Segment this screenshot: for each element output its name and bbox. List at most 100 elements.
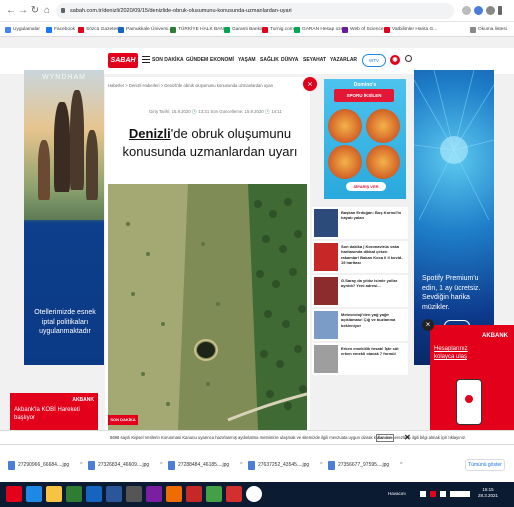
bookmark-pau[interactable]: Pamukkale Üniversi...: [118, 25, 172, 34]
puzzle-icon[interactable]: [486, 6, 495, 15]
extension-icon[interactable]: [462, 6, 471, 15]
reading-list[interactable]: Okuma listesi: [470, 25, 507, 34]
download-item[interactable]: 27326834_46609....jpg ^: [88, 459, 163, 471]
firefox-icon[interactable]: [166, 486, 182, 502]
bookmark-harita[interactable]: Vatbilimler Harita G...: [384, 25, 437, 34]
order-button[interactable]: SİPARİŞ VER: [346, 182, 386, 191]
bookmark-apps[interactable]: Uygulamalar: [5, 25, 40, 34]
download-item[interactable]: 27290966_66684....jpg ^: [8, 459, 83, 471]
edge-icon[interactable]: [26, 486, 42, 502]
cookie-accept-button[interactable]: Kabul et: [376, 434, 394, 442]
cookie-close-icon[interactable]: ✕: [404, 433, 411, 442]
app-icon[interactable]: [226, 486, 242, 502]
akbank-kobi-text: Akbank'la KOBİ Hareketi başlıyor: [14, 407, 80, 421]
bookmark-wos[interactable]: Web of Science: [342, 25, 384, 34]
system-tray-icons[interactable]: [420, 491, 470, 497]
hamburger-icon[interactable]: [142, 56, 150, 64]
akbank-kobi-ad[interactable]: AKBANK Akbank'la KOBİ Hareketi başlıyor: [10, 393, 98, 430]
app-icon[interactable]: [66, 486, 82, 502]
chrome-icon[interactable]: [246, 486, 262, 502]
web-page: SABAH SON DAKİKA GÜNDEM EKONOMİ YAŞAM SA…: [0, 37, 514, 430]
download-item[interactable]: 27637252_43545....jpg ^: [248, 459, 323, 471]
news-thumbnail: [314, 311, 338, 339]
nav-saglik[interactable]: SAĞLIK: [260, 57, 279, 63]
home-icon[interactable]: ⌂: [42, 5, 52, 17]
news-item[interactable]: Meteoroloji'den yağ yağır açıklaması! Çı…: [312, 309, 408, 341]
sabah-logo[interactable]: SABAH: [108, 53, 138, 68]
start-icon[interactable]: [6, 486, 22, 502]
chevron-up-icon[interactable]: ^: [80, 462, 82, 468]
menu-icon[interactable]: [498, 6, 502, 15]
back-icon[interactable]: ←: [6, 5, 16, 17]
lock-icon: [61, 8, 65, 13]
app-icon[interactable]: [146, 486, 162, 502]
bookmark-facebook[interactable]: Facebook: [46, 25, 75, 34]
harita-icon: [384, 26, 390, 33]
download-item[interactable]: 27288484_46185....jpg ^: [168, 459, 243, 471]
status-badge: SON DAKİKA: [108, 415, 138, 425]
chevron-up-icon[interactable]: ^: [320, 462, 322, 468]
person-figure: [70, 90, 84, 190]
right-column: Domino's SPORU İKSİLEN SİPARİŞ VER Başka…: [312, 77, 410, 427]
nav-yasam[interactable]: YAŞAM: [238, 57, 256, 63]
halkbank-icon: [170, 26, 176, 33]
news-title: G.Saray da yıldız isimle yollar ayrıldı?…: [341, 278, 398, 289]
bookmark-halkbank[interactable]: TÜRKİYE HALK BAN...: [170, 25, 228, 34]
url-bar[interactable]: sabah.com.tr/denizli/2020/09/15/denizlid…: [56, 3, 454, 19]
bookmark-garanti[interactable]: Garanti Bankası: [224, 25, 266, 34]
chevron-up-icon[interactable]: ^: [160, 462, 162, 468]
facebook-icon[interactable]: [86, 486, 102, 502]
akbank-logo: AKBANK: [482, 333, 508, 339]
wos-icon: [342, 26, 348, 33]
news-thumbnail: [314, 209, 338, 237]
clock[interactable]: 15:15 28.3.2021: [478, 487, 498, 499]
show-all-downloads-button[interactable]: Tümünü göster: [465, 459, 505, 471]
nav-dunya[interactable]: DÜNYA: [281, 57, 298, 63]
folder-icon[interactable]: [46, 486, 62, 502]
nav-gundem[interactable]: GÜNDEM: [186, 57, 208, 63]
spotify-text: Spotify Premium'u edin, 1 ay ücretsiz. S…: [422, 275, 481, 311]
cookie-text[interactable]: 6698 sayılı Kişisel Verilerin Korunması …: [110, 435, 466, 440]
breadcrumb[interactable]: Haberler > Denizli Haberleri > Denizli'd…: [108, 83, 273, 88]
article-photo[interactable]: [108, 184, 307, 430]
news-item[interactable]: Erken emeklilik fırsatı! İşte süt erken …: [312, 343, 408, 375]
dominos-ad[interactable]: Domino's SPORU İKSİLEN SİPARİŞ VER: [324, 79, 406, 199]
app-icon[interactable]: [126, 486, 142, 502]
search-icon[interactable]: [405, 55, 412, 62]
bookmark-garan-ozet[interactable]: GARAN Hesap ozet...: [294, 25, 349, 34]
download-item[interactable]: 27356677_97595....jpg ^: [328, 459, 403, 471]
word-icon[interactable]: [106, 486, 122, 502]
profile-icon[interactable]: [474, 6, 483, 15]
nav-son-dakika[interactable]: SON DAKİKA: [152, 57, 184, 63]
nav-ekonomi[interactable]: EKONOMİ: [210, 57, 234, 63]
garan-icon: [294, 26, 300, 33]
headline-place[interactable]: Denizli: [129, 126, 171, 141]
bookmark-sozcu[interactable]: Sözcü Gazetesi: [78, 25, 120, 34]
nav-yazarlar[interactable]: YAZARLAR: [330, 57, 357, 63]
news-item[interactable]: Son dakika | Koronavirüs vaka haritasınd…: [312, 241, 408, 273]
akbank-ad[interactable]: AKBANK Hesaplarınız kolayca ulaş: [430, 325, 514, 430]
dominos-banner: SPORU İKSİLEN: [334, 89, 394, 102]
phone-image: [456, 379, 482, 425]
forward-icon[interactable]: →: [18, 5, 28, 17]
app-icon[interactable]: [206, 486, 222, 502]
nav-seyahat[interactable]: SEYAHAT: [303, 57, 326, 63]
close-ad-icon[interactable]: ×: [422, 319, 434, 331]
sozcu-icon: [78, 26, 84, 33]
news-item[interactable]: Başkan Erdoğan: Boş Kornol'in hayatı yal…: [312, 207, 408, 239]
reload-icon[interactable]: ↻: [30, 5, 40, 17]
news-item[interactable]: G.Saray da yıldız isimle yollar ayrıldı?…: [312, 275, 408, 307]
chevron-up-icon[interactable]: ^: [240, 462, 242, 468]
taskbar: Havacını 15:15 28.3.2021: [0, 482, 514, 507]
article: Haberler > Denizli Haberleri > Denizli'd…: [105, 77, 310, 430]
wtv-button[interactable]: WTV: [362, 54, 386, 67]
pdf-icon[interactable]: [186, 486, 202, 502]
tray-weather[interactable]: Havacını: [388, 491, 406, 496]
article-dates: Giriş Tarihi: 15.9.2020 🕐 13:31 Son Günc…: [149, 109, 282, 114]
chevron-up-icon[interactable]: ^: [400, 462, 402, 468]
hotel-ad[interactable]: WYNDHAM Otellerimizde esnek iptal politi…: [24, 70, 104, 365]
notification-icon[interactable]: ◉: [390, 55, 400, 65]
news-title: Meteoroloji'den yağ yağır açıklaması! Çı…: [341, 312, 396, 328]
pau-icon: [118, 26, 124, 33]
bookmark-turnig[interactable]: Turnig.com: [262, 25, 294, 34]
